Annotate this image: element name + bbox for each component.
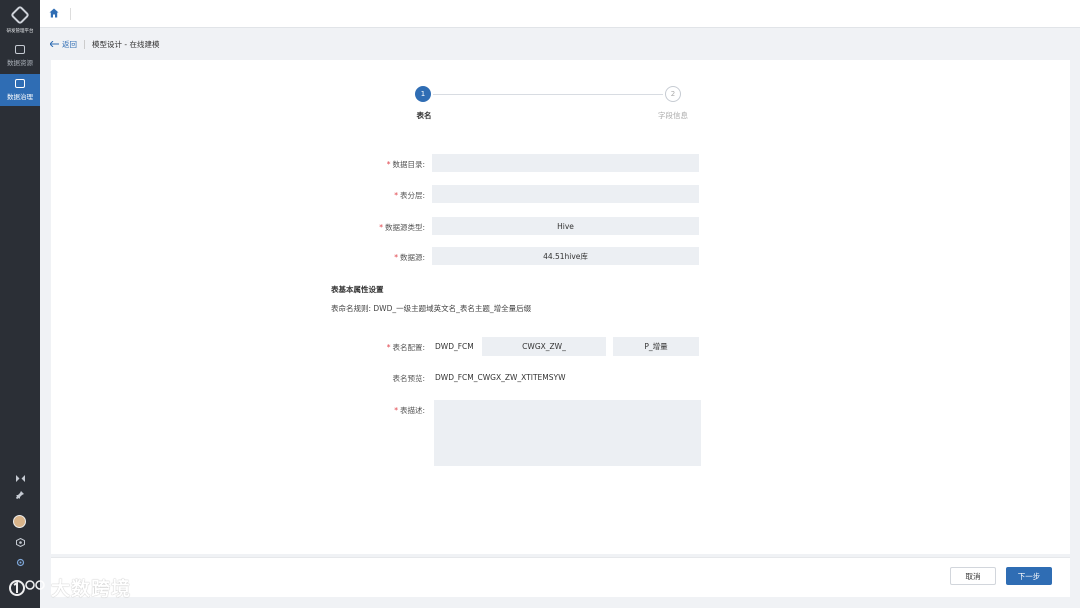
naming-rule-text: 表命名规则: DWD_一级主题域英文名_表名主题_增全量后缀: [331, 304, 532, 313]
arrow-left-icon: [50, 41, 59, 47]
required-mark: *: [394, 191, 398, 200]
preview-value: DWD_FCM_CWGX_ZW_XTITEMSYW: [435, 373, 566, 382]
step-connector: [433, 94, 663, 95]
gear-icon[interactable]: [13, 555, 27, 569]
name-prefix: DWD_FCM: [435, 342, 474, 351]
back-link[interactable]: 返回: [50, 39, 77, 50]
source-label: * 数据源:: [394, 253, 425, 262]
watermark-text: 大数跨境: [51, 577, 132, 600]
required-mark: *: [386, 160, 391, 169]
required-mark: *: [394, 406, 398, 415]
watermark: 大数跨境: [8, 574, 131, 600]
name-suffix-select[interactable]: P_增量: [613, 337, 699, 356]
source-type-select[interactable]: Hive: [432, 217, 699, 235]
main-card: [51, 60, 1070, 554]
home-icon[interactable]: [49, 8, 59, 18]
step-1-indicator: 1: [415, 86, 431, 102]
next-step-button[interactable]: 下一步: [1006, 567, 1052, 585]
desc-label: * 表描述:: [394, 406, 425, 415]
top-bar: [40, 0, 1080, 28]
catalog-label: * 数据目录:: [386, 160, 425, 169]
sidebar-item-data-resources[interactable]: 数据资源: [0, 40, 40, 72]
required-mark: *: [394, 253, 398, 262]
footer-bar: [51, 557, 1070, 597]
collapse-icon[interactable]: [13, 471, 27, 485]
settings-cube-icon[interactable]: [13, 535, 27, 549]
avatar[interactable]: [13, 515, 26, 528]
preview-label: 表名预览:: [392, 374, 425, 383]
breadcrumb: 返回 模型设计 - 在线建模: [50, 38, 159, 50]
sidebar-item-label: 数据治理: [7, 93, 33, 101]
layer-label: * 表分层:: [394, 191, 425, 200]
name-config-label: * 表名配置:: [386, 343, 425, 352]
divider: [70, 8, 71, 20]
catalog-select[interactable]: [432, 154, 699, 172]
breadcrumb-separator: [84, 39, 85, 49]
required-mark: *: [379, 223, 383, 232]
cancel-button[interactable]: 取消: [950, 567, 996, 585]
required-mark: *: [386, 343, 391, 352]
monitor-icon: [15, 45, 25, 54]
step-2-label: 字段信息: [658, 111, 688, 120]
app-logo[interactable]: 研发管理平台: [0, 0, 40, 38]
description-textarea[interactable]: [434, 400, 701, 466]
source-select[interactable]: 44.51hive库: [432, 247, 699, 265]
logo-text: 研发管理平台: [6, 28, 34, 34]
left-sidebar: 研发管理平台 数据资源 数据治理: [0, 0, 40, 608]
watermark-logo: [9, 580, 45, 596]
section-title: 表基本属性设置: [331, 285, 384, 294]
step-2-indicator: 2: [665, 86, 681, 102]
layer-select[interactable]: [432, 185, 699, 203]
page-title: 模型设计 - 在线建模: [92, 39, 160, 49]
logo-mark-icon: [10, 5, 30, 25]
source-type-label: * 数据源类型:: [379, 223, 425, 232]
step-1-label: 表名: [416, 111, 432, 120]
sidebar-item-data-governance[interactable]: 数据治理: [0, 74, 40, 106]
pin-icon[interactable]: [13, 488, 27, 502]
sidebar-item-label: 数据资源: [7, 59, 33, 67]
name-middle-input[interactable]: CWGX_ZW_: [482, 337, 606, 356]
document-icon: [15, 79, 25, 88]
back-link-label: 返回: [62, 39, 77, 49]
